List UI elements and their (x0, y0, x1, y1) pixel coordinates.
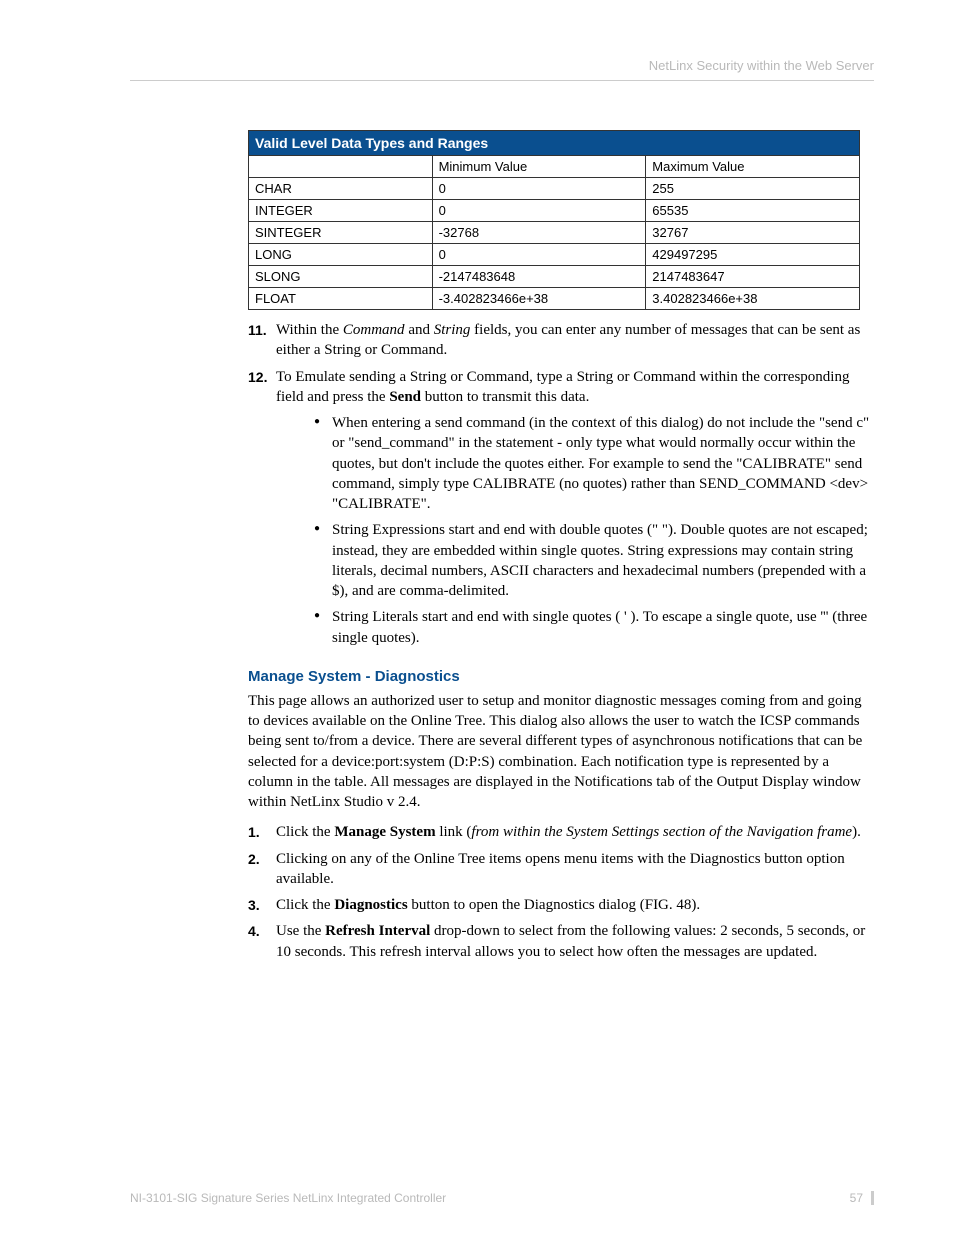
header-rule (130, 80, 874, 81)
list-item: String Expressions start and end with do… (314, 520, 874, 601)
footer-title: NI-3101-SIG Signature Series NetLinx Int… (130, 1191, 446, 1205)
table-row: SLONG -2147483648 2147483647 (249, 266, 860, 288)
step-11: 11. Within the Command and String fields… (248, 320, 874, 361)
text: Within the (276, 322, 343, 338)
cell: 0 (432, 200, 646, 222)
text-bold: Refresh Interval (325, 923, 430, 939)
cell: 65535 (646, 200, 860, 222)
cell: -2147483648 (432, 266, 646, 288)
step-2: 2. Clicking on any of the Online Tree it… (248, 849, 874, 890)
text: Use the (276, 923, 325, 939)
text: link ( (436, 824, 472, 840)
step-number: 11. (248, 320, 276, 361)
footer: NI-3101-SIG Signature Series NetLinx Int… (130, 1191, 874, 1205)
step-number: 1. (248, 822, 276, 842)
table-title: Valid Level Data Types and Ranges (249, 131, 860, 156)
cell: FLOAT (249, 288, 433, 310)
cell: 3.402823466e+38 (646, 288, 860, 310)
list-item: When entering a send command (in the con… (314, 413, 874, 514)
step-number: 12. (248, 367, 276, 654)
table-row: LONG 0 429497295 (249, 244, 860, 266)
step-body: To Emulate sending a String or Command, … (276, 367, 874, 654)
step-body: Clicking on any of the Online Tree items… (276, 849, 874, 890)
text-italic: String (434, 322, 471, 338)
text: button to transmit this data. (421, 389, 589, 405)
cell: 429497295 (646, 244, 860, 266)
step-body: Use the Refresh Interval drop-down to se… (276, 921, 874, 962)
cell: 32767 (646, 222, 860, 244)
cell: 0 (432, 178, 646, 200)
step-body: Within the Command and String fields, yo… (276, 320, 874, 361)
cell: -32768 (432, 222, 646, 244)
table-header-cell (249, 156, 433, 178)
cell: 255 (646, 178, 860, 200)
step-number: 4. (248, 921, 276, 962)
table-header-cell: Maximum Value (646, 156, 860, 178)
text-bold: Send (389, 389, 421, 405)
list-item: String Literals start and end with singl… (314, 607, 874, 648)
step-body: Click the Diagnostics button to open the… (276, 895, 874, 915)
text-italic: from within the System Settings section … (471, 824, 852, 840)
step-body: Click the Manage System link (from withi… (276, 822, 874, 842)
table-row: SINTEGER -32768 32767 (249, 222, 860, 244)
text: ). (852, 824, 861, 840)
cell: INTEGER (249, 200, 433, 222)
section-heading-diagnostics: Manage System - Diagnostics (248, 668, 874, 685)
text-bold: Diagnostics (334, 897, 407, 913)
table-row: INTEGER 0 65535 (249, 200, 860, 222)
cell: -3.402823466e+38 (432, 288, 646, 310)
cell: SLONG (249, 266, 433, 288)
cell: SINTEGER (249, 222, 433, 244)
text: and (405, 322, 434, 338)
data-types-table: Valid Level Data Types and Ranges Minimu… (248, 130, 860, 310)
step-1: 1. Click the Manage System link (from wi… (248, 822, 874, 842)
page-number: 57 (850, 1191, 874, 1205)
cell: 2147483647 (646, 266, 860, 288)
text: Click the (276, 897, 334, 913)
cell: LONG (249, 244, 433, 266)
text-italic: Command (343, 322, 405, 338)
step-4: 4. Use the Refresh Interval drop-down to… (248, 921, 874, 962)
header-section-title: NetLinx Security within the Web Server (649, 58, 874, 73)
step-number: 3. (248, 895, 276, 915)
cell: CHAR (249, 178, 433, 200)
cell: 0 (432, 244, 646, 266)
section-paragraph: This page allows an authorized user to s… (248, 691, 874, 813)
table-row: FLOAT -3.402823466e+38 3.402823466e+38 (249, 288, 860, 310)
step-3: 3. Click the Diagnostics button to open … (248, 895, 874, 915)
text: button to open the Diagnostics dialog (F… (408, 897, 700, 913)
step-number: 2. (248, 849, 276, 890)
table-header-cell: Minimum Value (432, 156, 646, 178)
table-row: CHAR 0 255 (249, 178, 860, 200)
step-12: 12. To Emulate sending a String or Comma… (248, 367, 874, 654)
text: Click the (276, 824, 334, 840)
text-bold: Manage System (334, 824, 435, 840)
